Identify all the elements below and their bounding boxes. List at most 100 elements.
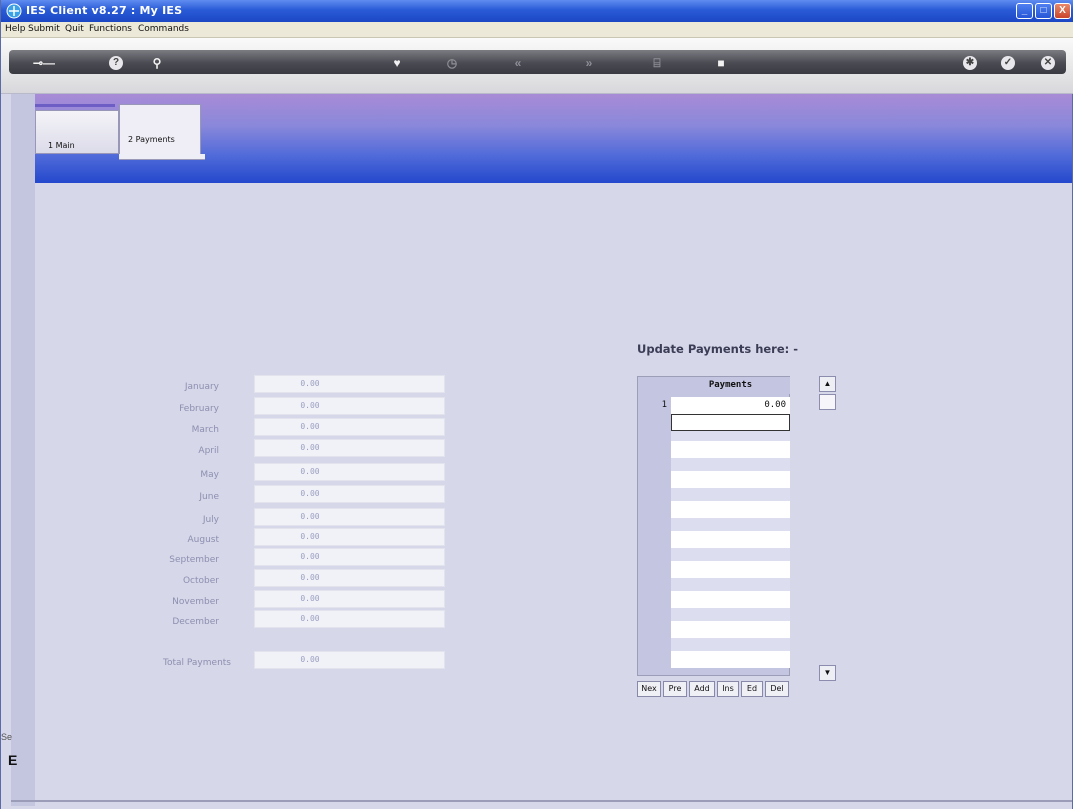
month-field-april[interactable]: 0.00: [254, 439, 445, 457]
month-value: 0.00: [300, 573, 320, 582]
status-divider: [11, 800, 1072, 802]
toolbar-track: [9, 50, 1066, 74]
payments-grid: Payments 1 0.00: [637, 376, 790, 676]
scroll-thumb[interactable]: [819, 394, 836, 410]
maximize-button[interactable]: □: [1035, 3, 1052, 19]
grid-cell-empty[interactable]: [671, 591, 790, 608]
month-field-may[interactable]: 0.00: [254, 463, 445, 481]
search-icon[interactable]: ⚲: [149, 56, 165, 70]
month-label-january: January: [184, 382, 219, 392]
edit-button[interactable]: Ed: [741, 681, 763, 697]
total-payments-value: 0.00: [300, 655, 320, 664]
month-value: 0.00: [300, 422, 320, 431]
menu-submit[interactable]: Submit: [28, 24, 60, 34]
month-value: 0.00: [300, 614, 320, 623]
month-value: 0.00: [300, 512, 320, 521]
delete-button[interactable]: Del: [765, 681, 789, 697]
minimize-button[interactable]: _: [1016, 3, 1033, 19]
next-button[interactable]: Nex: [637, 681, 661, 697]
scroll-down-icon[interactable]: ▼: [819, 665, 836, 681]
title-bar: IES Client v8.27 : My IES _ □ X: [1, 0, 1073, 22]
tab-payments-label: 2 Payments: [128, 135, 175, 144]
month-field-september[interactable]: 0.00: [254, 548, 445, 566]
app-window: IES Client v8.27 : My IES _ □ X Help Sub…: [0, 0, 1073, 809]
close-button[interactable]: X: [1054, 3, 1071, 19]
side-glyph: E: [8, 752, 18, 768]
left-rail: [11, 94, 35, 806]
month-field-june[interactable]: 0.00: [254, 485, 445, 503]
month-label-november: November: [172, 597, 219, 607]
grid-cell-value: 0.00: [764, 400, 786, 410]
help-icon[interactable]: ?: [109, 56, 123, 70]
month-value: 0.00: [300, 467, 320, 476]
side-label: Se: [1, 732, 13, 742]
menu-commands[interactable]: Commands: [138, 24, 189, 34]
app-icon: [6, 3, 22, 19]
scroll-up-icon[interactable]: ▲: [819, 376, 836, 392]
month-label-march: March: [191, 425, 219, 435]
grid-cell-empty[interactable]: [671, 621, 790, 638]
month-field-january[interactable]: 0.00: [254, 375, 445, 393]
month-value: 0.00: [300, 379, 320, 388]
month-label-july: July: [202, 515, 219, 525]
add-button[interactable]: Add: [689, 681, 715, 697]
grid-cell-empty[interactable]: [671, 471, 790, 488]
menu-quit[interactable]: Quit: [65, 24, 84, 34]
menu-bar: Help Submit Quit Functions Commands: [1, 22, 1073, 38]
menu-functions[interactable]: Functions: [89, 24, 132, 34]
month-value: 0.00: [300, 489, 320, 498]
month-field-november[interactable]: 0.00: [254, 590, 445, 608]
month-field-july[interactable]: 0.00: [254, 508, 445, 526]
grid-row-number: 1: [661, 400, 667, 410]
window-title: IES Client v8.27 : My IES: [26, 4, 183, 17]
previous-button[interactable]: Pre: [663, 681, 687, 697]
tab-strip-accent: [35, 104, 115, 107]
grid-scrollbar[interactable]: ▲ ▼: [819, 376, 836, 681]
month-label-april: April: [198, 446, 219, 456]
clipboard-icon[interactable]: ⌸: [649, 56, 665, 70]
month-field-february[interactable]: 0.00: [254, 397, 445, 415]
month-value: 0.00: [300, 552, 320, 561]
tab-main[interactable]: 1 Main: [35, 110, 119, 154]
month-field-october[interactable]: 0.00: [254, 569, 445, 587]
grid-cell-empty[interactable]: [671, 441, 790, 458]
month-value: 0.00: [300, 532, 320, 541]
grid-cell-empty[interactable]: [671, 531, 790, 548]
tab-payments[interactable]: 2 Payments: [119, 104, 201, 154]
check-icon[interactable]: ✓: [1001, 56, 1015, 70]
clock-icon[interactable]: ◷: [444, 56, 460, 70]
toolbar: ⊸— ? ⚲ ♥ ◷ « » ⌸ ■ ✱ ✓ ✕: [1, 38, 1073, 94]
key-icon[interactable]: ⊸—: [31, 56, 57, 70]
menu-help[interactable]: Help: [5, 24, 26, 34]
grid-cell-selected[interactable]: [671, 414, 790, 431]
grid-cell-empty[interactable]: [671, 501, 790, 518]
grid-cell-payment[interactable]: 0.00: [671, 397, 790, 414]
month-label-september: September: [169, 555, 219, 565]
month-field-december[interactable]: 0.00: [254, 610, 445, 628]
month-field-august[interactable]: 0.00: [254, 528, 445, 546]
grid-cell-empty[interactable]: [671, 651, 790, 668]
month-label-february: February: [179, 404, 219, 414]
heart-icon[interactable]: ♥: [389, 56, 405, 70]
month-label-june: June: [199, 492, 219, 502]
month-label-december: December: [172, 617, 219, 627]
rewind-icon[interactable]: «: [510, 56, 526, 70]
total-payments-label: Total Payments: [163, 658, 231, 668]
tab-main-label: 1 Main: [48, 141, 75, 150]
stop-icon[interactable]: ■: [715, 56, 727, 70]
month-value: 0.00: [300, 401, 320, 410]
month-value: 0.00: [300, 443, 320, 452]
insert-button[interactable]: Ins: [717, 681, 739, 697]
gear-icon[interactable]: ✱: [963, 56, 977, 70]
month-label-october: October: [182, 576, 219, 586]
grid-column-header: Payments: [671, 377, 790, 394]
cancel-icon[interactable]: ✕: [1041, 56, 1055, 70]
grid-cell-empty[interactable]: [671, 561, 790, 578]
month-field-march[interactable]: 0.00: [254, 418, 445, 436]
month-label-may: May: [200, 470, 219, 480]
total-payments-field: 0.00: [254, 651, 445, 669]
grid-column-header-label: Payments: [708, 380, 753, 390]
forward-icon[interactable]: »: [581, 56, 597, 70]
tab-active-indicator: [119, 154, 205, 160]
month-value: 0.00: [300, 594, 320, 603]
